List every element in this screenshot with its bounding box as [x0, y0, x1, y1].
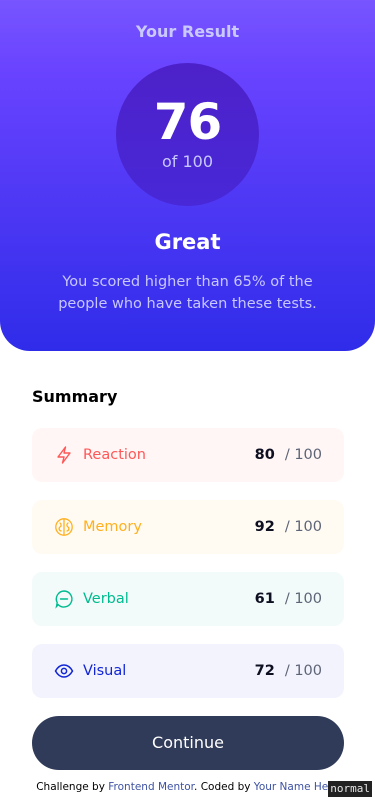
author-link[interactable]: Your Name Here	[254, 781, 339, 793]
summary-label: Memory	[83, 519, 142, 535]
frontend-mentor-link[interactable]: Frontend Mentor	[108, 781, 194, 793]
summary-heading: Summary	[32, 387, 118, 406]
eye-icon	[54, 661, 74, 681]
attribution: Challenge by Frontend Mentor. Coded by Y…	[0, 780, 375, 794]
summary-max: / 100	[284, 591, 322, 607]
summary-label: Reaction	[83, 447, 146, 463]
result-description: You scored higher than 65% of the people…	[58, 274, 317, 312]
score-total: of 100	[161, 152, 214, 171]
summary-score: 72	[254, 663, 275, 679]
attribution-prefix: Challenge by	[36, 781, 105, 793]
summary-score: 61	[254, 591, 275, 607]
score-circle: 76 of 100	[116, 63, 259, 206]
summary-label: Visual	[83, 663, 127, 679]
mode-badge: normal	[328, 781, 372, 797]
summary-max: / 100	[284, 663, 322, 679]
summary-item-memory: Memory 92 / 100	[32, 500, 344, 554]
summary-item-verbal: Verbal 61 / 100	[32, 572, 344, 626]
continue-button[interactable]: Continue	[32, 716, 344, 770]
summary-label: Verbal	[83, 591, 129, 607]
summary-max: / 100	[284, 519, 322, 535]
summary-max: / 100	[284, 447, 322, 463]
summary-item-visual: Visual 72 / 100	[32, 644, 344, 698]
result-card: Your Result 76 of 100 Great You scored h…	[0, 0, 375, 351]
summary-score: 92	[254, 519, 275, 535]
brain-icon	[54, 517, 74, 537]
score-value: 76	[153, 93, 223, 151]
rating-title: Great	[154, 230, 221, 254]
result-heading: Your Result	[135, 22, 240, 41]
chat-bubble-icon	[54, 589, 74, 609]
summary-item-reaction: Reaction 80 / 100	[32, 428, 344, 482]
lightning-icon	[54, 445, 74, 465]
summary-score: 80	[254, 447, 275, 463]
attribution-middle: . Coded by	[194, 781, 251, 793]
